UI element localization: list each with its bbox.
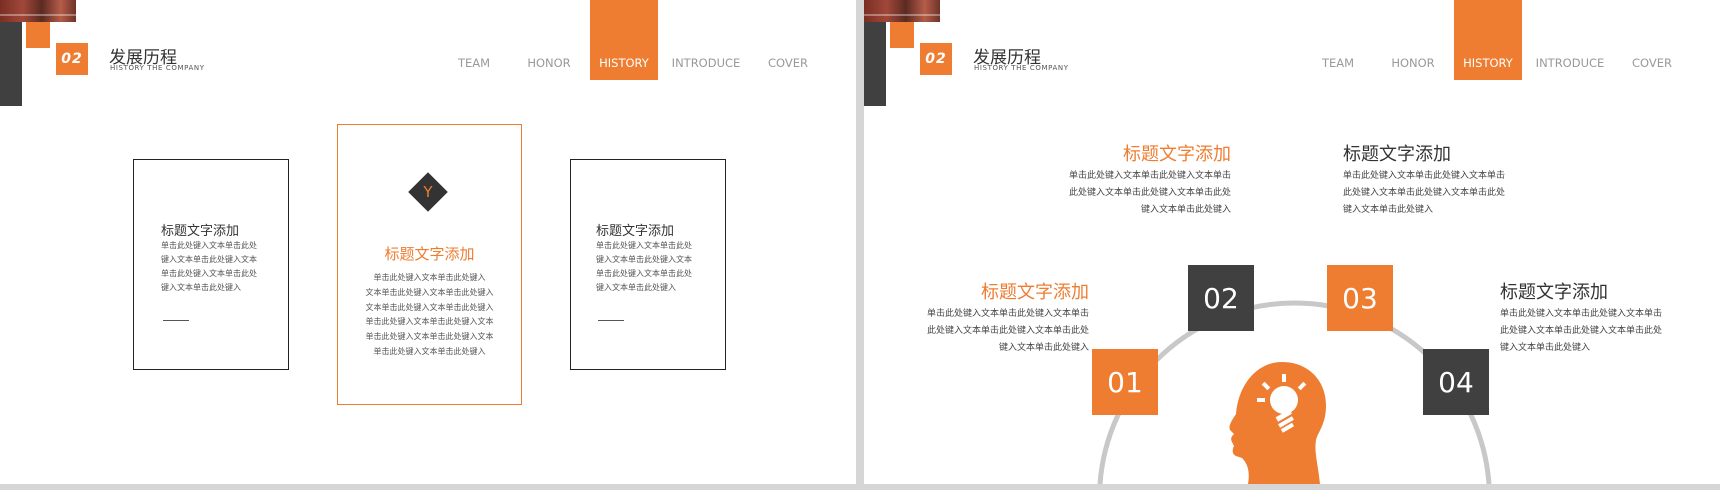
step-02-text: 单击此处键入文本单击此处键入文本单击 此处键入文本单击此处键入文本单击此处 键入… [994,168,1231,219]
card-text-line: 单击此处键入文本单击此处键入 [373,273,486,282]
card-text: 单击此处键入文本单击此处 键入文本单击此处键入文本 单击此处键入文本单击此处 键… [161,239,271,295]
header-photo-thumbnail [0,0,76,22]
head-lightbulb-icon [1229,362,1326,484]
card-title: 标题文字添加 [161,224,240,239]
step-01-text: 单击此处键入文本单击此处键入文本单击 此处键入文本单击此处键入文本单击此处 键入… [884,306,1089,357]
card-text-line: 键入文本单击此处键入 [596,283,676,292]
step-04-text: 单击此处键入文本单击此处键入文本单击 此处键入文本单击此处键入文本单击此处 键入… [1500,306,1700,357]
text-line: 此处键入文本单击此处键入文本单击此处 [1500,326,1663,336]
slide-right: 02 发展历程 HISTORY THE COMPANY TEAM HONOR H… [864,0,1720,484]
y-letter-icon: Y [423,183,433,201]
slide-left: 02 发展历程 HISTORY THE COMPANY TEAM HONOR H… [0,0,856,484]
nav-team[interactable]: TEAM [441,0,507,80]
card-text-line: 键入文本单击此处键入文本 [161,255,257,264]
step-02-box: 02 [1188,265,1254,331]
step-03-box: 03 [1327,265,1393,331]
card-text-line: 文本单击此处键入文本单击此处键入 [365,287,494,297]
card-text-line: 单击此处键入文本单击此处键入文本 [365,317,494,327]
step-03-title: 标题文字添加 [1343,144,1451,165]
card-text-line: 单击此处键入文本单击此处键入 [373,346,486,356]
text-line: 此处键入文本单击此处键入文本单击此处 [926,326,1089,336]
text-line: 此处键入文本单击此处键入文本单击此处 [1068,188,1231,198]
text-line: 此处键入文本单击此处键入文本单击此处 [1343,188,1506,198]
card-divider [163,320,189,321]
text-line: 单击此处键入文本单击此处键入文本单击 [1343,171,1506,181]
card-text-line: 单击此处键入文本单击此处 [596,269,692,278]
text-line: 键入文本单击此处键入 [998,343,1089,353]
history-card-1: 标题文字添加 单击此处键入文本单击此处 键入文本单击此处键入文本 单击此处键入文… [133,159,289,370]
step-03-text: 单击此处键入文本单击此处键入文本单击 此处键入文本单击此处键入文本单击此处 键入… [1343,168,1543,219]
card-text-line: 键入文本单击此处键入文本 [596,255,692,264]
card-text: 单击此处键入文本单击此处 键入文本单击此处键入文本 单击此处键入文本单击此处 键… [596,239,706,295]
step-01-box: 01 [1092,349,1158,415]
text-line: 键入文本单击此处键入 [1500,343,1591,353]
card-text-line: 单击此处键入文本单击此处键入文本 [365,332,494,342]
step-02-title: 标题文字添加 [1123,144,1231,165]
text-line: 键入文本单击此处键入 [1140,205,1231,215]
text-line: 键入文本单击此处键入 [1343,205,1434,215]
step-04-title: 标题文字添加 [1500,282,1608,303]
text-line: 单击此处键入文本单击此处键入文本单击 [1500,309,1663,319]
decor-dark-bar [0,22,22,106]
card-text-line: 文本单击此处键入文本单击此处键入 [365,302,494,312]
nav-cover[interactable]: COVER [754,0,822,80]
card-title: 标题文字添加 [384,245,475,263]
card-divider [598,320,624,321]
step-01-title: 标题文字添加 [981,282,1089,303]
card-text-line: 单击此处键入文本单击此处 [161,269,257,278]
text-line: 单击此处键入文本单击此处键入文本单击 [1068,171,1231,181]
section-subtitle: HISTORY THE COMPANY [110,64,205,72]
text-line: 单击此处键入文本单击此处键入文本单击 [926,309,1089,319]
step-04-box: 04 [1423,349,1489,415]
card-text-line: 键入文本单击此处键入 [161,283,241,292]
section-number-badge: 02 [56,43,88,75]
card-text-line: 单击此处键入文本单击此处 [161,241,257,250]
history-card-2 [337,124,522,405]
card-title: 标题文字添加 [596,224,675,239]
nav-honor[interactable]: HONOR [516,0,582,80]
nav-history[interactable]: HISTORY [590,0,658,80]
card-text-line: 单击此处键入文本单击此处 [596,241,692,250]
card-text: 单击此处键入文本单击此处键入 文本单击此处键入文本单击此处键入 文本单击此处键入… [337,271,522,360]
history-card-3: 标题文字添加 单击此处键入文本单击此处 键入文本单击此处键入文本 单击此处键入文… [570,159,726,370]
decor-orange-square [26,22,50,48]
nav-introduce[interactable]: INTRODUCE [666,0,746,80]
